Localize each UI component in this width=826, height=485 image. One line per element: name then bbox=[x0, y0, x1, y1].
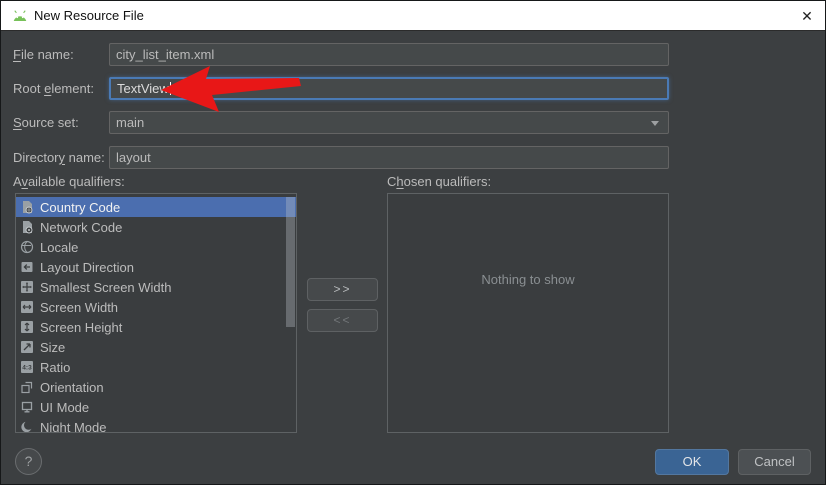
qualifier-item-country-code[interactable]: Country Code bbox=[16, 197, 296, 217]
title-bar: New Resource File ✕ bbox=[1, 1, 825, 31]
text-caret bbox=[169, 82, 171, 95]
file-name-input[interactable]: city_list_item.xml bbox=[109, 43, 669, 66]
qualifier-label: Orientation bbox=[40, 379, 104, 395]
move-right-button[interactable]: >> bbox=[307, 278, 378, 301]
new-resource-file-dialog: New Resource File ✕ File name: city_list… bbox=[0, 0, 826, 485]
label-text: C bbox=[387, 174, 397, 189]
qualifier-label: Country Code bbox=[40, 199, 121, 215]
qualifier-item-ratio[interactable]: 4:3 Ratio bbox=[16, 357, 296, 377]
qualifier-item-orientation[interactable]: Orientation bbox=[16, 377, 296, 397]
root-element-value: TextView bbox=[117, 81, 169, 96]
qualifier-label: Screen Width bbox=[40, 299, 119, 315]
empty-state-text: Nothing to show bbox=[481, 272, 575, 287]
directory-name-label: Directory name: bbox=[13, 146, 105, 169]
night-mode-icon bbox=[21, 420, 34, 432]
qualifier-item-screen-width[interactable]: Screen Width bbox=[16, 297, 296, 317]
qualifier-label: Smallest Screen Width bbox=[40, 279, 172, 295]
label-mnemonic: S bbox=[13, 115, 22, 130]
label-text: Root bbox=[13, 81, 45, 96]
label-text: ource set: bbox=[21, 115, 79, 130]
source-set-label: Source set: bbox=[13, 111, 79, 134]
available-qualifiers-list: Country Code Network Code Locale Layout … bbox=[15, 193, 297, 433]
cancel-button[interactable]: Cancel bbox=[738, 449, 811, 475]
ratio-icon: 4:3 bbox=[21, 361, 33, 373]
chosen-qualifiers-panel: Nothing to show bbox=[387, 193, 669, 433]
qualifier-label: Size bbox=[40, 339, 66, 355]
qualifier-item-locale[interactable]: Locale bbox=[16, 237, 296, 257]
root-element-input[interactable]: TextView bbox=[109, 77, 669, 100]
layout-direction-icon bbox=[21, 262, 33, 272]
source-set-value: main bbox=[116, 115, 145, 130]
qualifier-item-smallest-screen-width[interactable]: Smallest Screen Width bbox=[16, 277, 296, 297]
qualifier-label: Network Code bbox=[40, 219, 123, 235]
screen-height-icon bbox=[21, 321, 33, 333]
android-icon bbox=[13, 10, 27, 21]
qualifier-label: Layout Direction bbox=[40, 259, 134, 275]
network-code-icon bbox=[23, 221, 33, 234]
locale-icon bbox=[20, 240, 34, 254]
qualifier-item-network-code[interactable]: Network Code bbox=[16, 217, 296, 237]
ok-button[interactable]: OK bbox=[655, 449, 729, 475]
qualifier-item-layout-direction[interactable]: Layout Direction bbox=[16, 257, 296, 277]
available-qualifiers-label: Available qualifiers: bbox=[13, 173, 125, 191]
qualifier-label: UI Mode bbox=[40, 399, 90, 415]
label-text: osen qualifiers: bbox=[403, 174, 492, 189]
help-button[interactable]: ? bbox=[15, 448, 42, 475]
directory-name-input[interactable]: layout bbox=[109, 146, 669, 169]
qualifier-label: Night Mode bbox=[40, 419, 107, 433]
label-text: ailable qualifiers: bbox=[27, 174, 125, 189]
qualifier-label: Screen Height bbox=[40, 319, 123, 335]
label-mnemonic: F bbox=[13, 47, 21, 62]
dialog-title: New Resource File bbox=[34, 8, 144, 23]
smallest-screen-width-icon bbox=[21, 281, 33, 293]
screen-width-icon bbox=[21, 301, 33, 313]
orientation-icon bbox=[21, 381, 33, 394]
label-text: lement: bbox=[51, 81, 94, 96]
qualifier-item-screen-height[interactable]: Screen Height bbox=[16, 317, 296, 337]
source-set-dropdown[interactable]: main bbox=[109, 111, 669, 134]
qualifier-item-night-mode[interactable]: Night Mode bbox=[16, 417, 296, 433]
move-left-button[interactable]: << bbox=[307, 309, 378, 332]
chevron-down-icon bbox=[651, 121, 659, 126]
qualifier-item-ui-mode[interactable]: UI Mode bbox=[16, 397, 296, 417]
root-element-label: Root element: bbox=[13, 77, 94, 100]
file-name-value: city_list_item.xml bbox=[116, 47, 215, 62]
qualifier-label: Ratio bbox=[40, 359, 71, 375]
chosen-qualifiers-label: Chosen qualifiers: bbox=[387, 173, 491, 191]
qualifier-label: Locale bbox=[40, 239, 79, 255]
size-icon bbox=[21, 341, 33, 353]
ratio-icon-text: 4:3 bbox=[22, 365, 32, 372]
file-name-label: File name: bbox=[13, 43, 74, 66]
available-qualifiers-scrollbar[interactable] bbox=[286, 197, 295, 327]
directory-name-value: layout bbox=[116, 150, 151, 165]
qualifier-item-size[interactable]: Size bbox=[16, 337, 296, 357]
close-icon[interactable]: ✕ bbox=[798, 7, 816, 25]
ui-mode-icon bbox=[21, 401, 33, 413]
label-text: Director bbox=[13, 150, 59, 165]
label-text: name: bbox=[65, 150, 105, 165]
country-code-icon bbox=[23, 201, 33, 214]
label-mnemonic: h bbox=[396, 174, 404, 189]
label-text: ile name: bbox=[20, 47, 74, 62]
